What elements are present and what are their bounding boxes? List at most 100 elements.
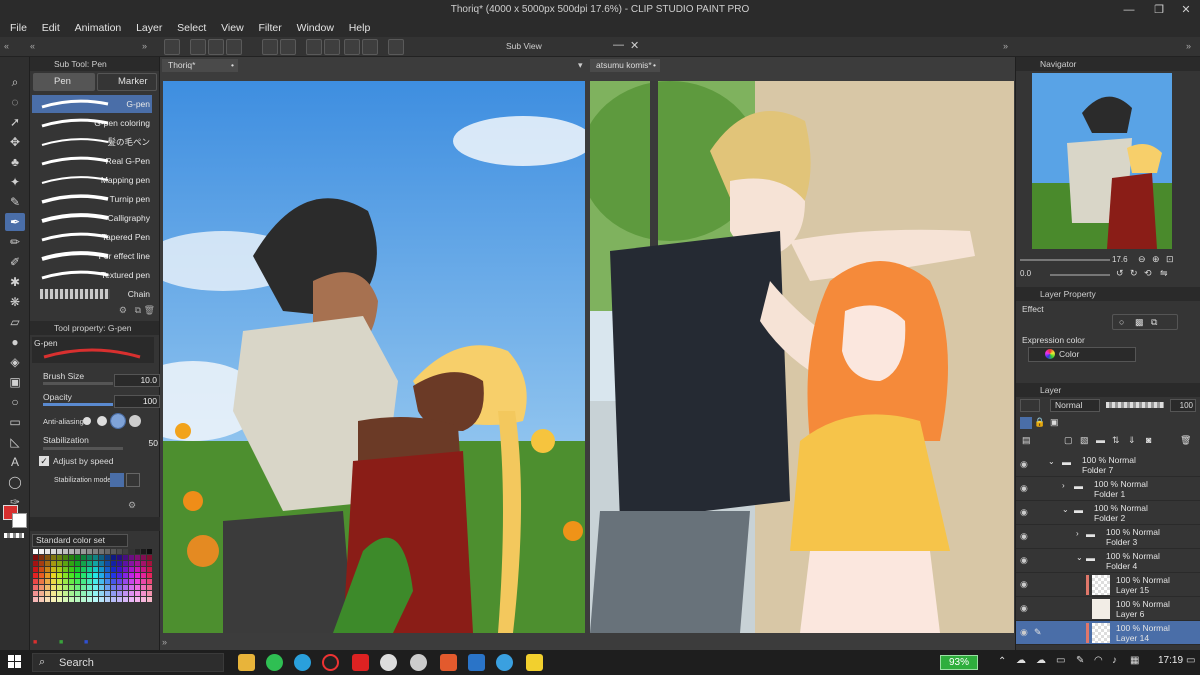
stab-mode-icon-1[interactable] bbox=[110, 473, 124, 487]
palette-swatch[interactable] bbox=[63, 597, 68, 602]
palette-swatch[interactable] bbox=[117, 585, 122, 590]
clip-studio-icon[interactable] bbox=[164, 39, 180, 55]
palette-blue-icon[interactable]: ■ bbox=[84, 639, 88, 646]
layer-row[interactable]: ◉ ⌄ ▬ 100 % Normal Folder 7 bbox=[1016, 453, 1200, 477]
palette-swatch[interactable] bbox=[45, 597, 50, 602]
palette-swatch[interactable] bbox=[105, 549, 110, 554]
palette-swatch[interactable] bbox=[69, 561, 74, 566]
tab-document-thoriq[interactable]: Thoriq* • bbox=[162, 59, 238, 72]
palette-swatch[interactable] bbox=[87, 561, 92, 566]
layer-row[interactable]: ◉ › ▬ 100 % Normal Folder 1 bbox=[1016, 477, 1200, 501]
palette-swatch[interactable] bbox=[33, 585, 38, 590]
palette-swatch[interactable] bbox=[45, 579, 50, 584]
palette-swatch[interactable] bbox=[135, 597, 140, 602]
palette-swatch[interactable] bbox=[129, 561, 134, 566]
aa-weak-icon[interactable] bbox=[97, 416, 107, 426]
palette-swatch[interactable] bbox=[141, 585, 146, 590]
navigator-preview[interactable] bbox=[1032, 73, 1172, 249]
maximize-icon[interactable]: ❐ bbox=[1145, 2, 1173, 18]
palette-swatch[interactable] bbox=[69, 579, 74, 584]
layer-panel-icon[interactable]: ▤ bbox=[1022, 435, 1031, 446]
palette-swatch[interactable] bbox=[75, 561, 80, 566]
palette-swatch[interactable] bbox=[129, 591, 134, 596]
menu-view[interactable]: View bbox=[215, 20, 250, 36]
checkbox-icon[interactable]: ✓ bbox=[39, 456, 49, 466]
palette-swatch[interactable] bbox=[45, 591, 50, 596]
lasso-icon[interactable]: ◌ bbox=[5, 93, 25, 111]
palette-swatch[interactable] bbox=[105, 573, 110, 578]
brush-calligraphy[interactable]: Calligraphy bbox=[32, 209, 152, 227]
palette-swatch[interactable] bbox=[99, 555, 104, 560]
expand-arrow-icon[interactable]: ⌄ bbox=[1076, 553, 1083, 563]
palette-swatch[interactable] bbox=[141, 549, 146, 554]
open-icon[interactable] bbox=[208, 39, 224, 55]
palette-swatch[interactable] bbox=[105, 567, 110, 572]
whatsapp-icon[interactable] bbox=[266, 654, 283, 671]
palette-swatch[interactable] bbox=[75, 549, 80, 554]
palette-swatch[interactable] bbox=[123, 561, 128, 566]
panel-collapse-icon[interactable]: » bbox=[1003, 41, 1008, 51]
text-icon[interactable]: A bbox=[5, 453, 25, 471]
menu-edit[interactable]: Edit bbox=[36, 20, 66, 36]
magic-wand-icon[interactable]: ✦ bbox=[5, 173, 25, 191]
mask-add-icon[interactable]: ◙ bbox=[1146, 435, 1151, 445]
opacity-slider[interactable] bbox=[43, 403, 113, 406]
new-vector-icon[interactable]: ▧ bbox=[1080, 435, 1089, 446]
palette-swatch[interactable] bbox=[147, 549, 152, 554]
menu-layer[interactable]: Layer bbox=[130, 20, 168, 36]
adjust-speed-row[interactable]: ✓ Adjust by speed bbox=[35, 455, 157, 469]
menu-select[interactable]: Select bbox=[171, 20, 212, 36]
palette-swatch[interactable] bbox=[87, 585, 92, 590]
collapse-left-icon[interactable]: « bbox=[30, 41, 35, 51]
layer-row[interactable]: ◉ 100 % Normal Layer 6 bbox=[1016, 597, 1200, 621]
palette-swatch[interactable] bbox=[33, 591, 38, 596]
panel-arrow-icon[interactable]: ▾ bbox=[578, 60, 583, 71]
cloud-icon[interactable]: ☁ bbox=[1016, 655, 1026, 666]
eye-icon[interactable]: ◉ bbox=[1020, 483, 1028, 493]
fit-icon[interactable]: ⊡ bbox=[1166, 254, 1174, 265]
opera-icon[interactable] bbox=[352, 654, 369, 671]
fill-icon[interactable] bbox=[344, 39, 360, 55]
border-effect-icon[interactable]: ○ bbox=[1119, 317, 1124, 327]
palette-swatch[interactable] bbox=[39, 561, 44, 566]
menu-window[interactable]: Window bbox=[291, 20, 340, 36]
palette-swatch[interactable] bbox=[135, 555, 140, 560]
layer-row[interactable]: ◉ 100 % Normal Layer 15 bbox=[1016, 573, 1200, 597]
palette-swatch[interactable] bbox=[45, 567, 50, 572]
move-icon[interactable]: ✥ bbox=[5, 133, 25, 151]
layer-row[interactable]: ◉ › ▬ 100 % Normal Folder 3 bbox=[1016, 525, 1200, 549]
palette-swatch[interactable] bbox=[123, 549, 128, 554]
collapse-icon[interactable]: « bbox=[4, 41, 9, 51]
panel-expand-icon[interactable]: » bbox=[1186, 41, 1191, 51]
palette-swatch[interactable] bbox=[111, 555, 116, 560]
stabilization-slider[interactable] bbox=[43, 447, 123, 450]
palette-swatch[interactable] bbox=[129, 579, 134, 584]
palette-swatch[interactable] bbox=[45, 555, 50, 560]
rotation-slider[interactable] bbox=[1050, 274, 1110, 276]
snap-icon[interactable] bbox=[388, 39, 404, 55]
palette-swatch[interactable] bbox=[45, 561, 50, 566]
crop-icon[interactable] bbox=[362, 39, 378, 55]
palette-swatch[interactable] bbox=[99, 573, 104, 578]
palette-swatch[interactable] bbox=[105, 591, 110, 596]
collapse-arrow-icon[interactable]: › bbox=[1062, 481, 1065, 491]
new-file-icon[interactable] bbox=[190, 39, 206, 55]
palette-swatch[interactable] bbox=[141, 597, 146, 602]
decoration-icon[interactable]: ❋ bbox=[5, 293, 25, 311]
palette-swatch[interactable] bbox=[87, 555, 92, 560]
battery-icon[interactable]: ▭ bbox=[1056, 655, 1065, 666]
brush-real-g-pen[interactable]: Real G-Pen bbox=[32, 152, 152, 170]
palette-swatch[interactable] bbox=[33, 579, 38, 584]
file-explorer-icon[interactable] bbox=[238, 654, 255, 671]
palette-red-icon[interactable]: ■ bbox=[33, 639, 37, 646]
save-icon[interactable] bbox=[226, 39, 242, 55]
palette-swatch[interactable] bbox=[81, 597, 86, 602]
palette-green-icon[interactable]: ■ bbox=[59, 639, 63, 646]
palette-swatch[interactable] bbox=[75, 597, 80, 602]
palette-swatch[interactable] bbox=[87, 549, 92, 554]
palette-swatch[interactable] bbox=[117, 567, 122, 572]
palette-swatch[interactable] bbox=[87, 567, 92, 572]
palette-swatch[interactable] bbox=[75, 591, 80, 596]
palette-swatch[interactable] bbox=[39, 555, 44, 560]
palette-swatch[interactable] bbox=[63, 567, 68, 572]
